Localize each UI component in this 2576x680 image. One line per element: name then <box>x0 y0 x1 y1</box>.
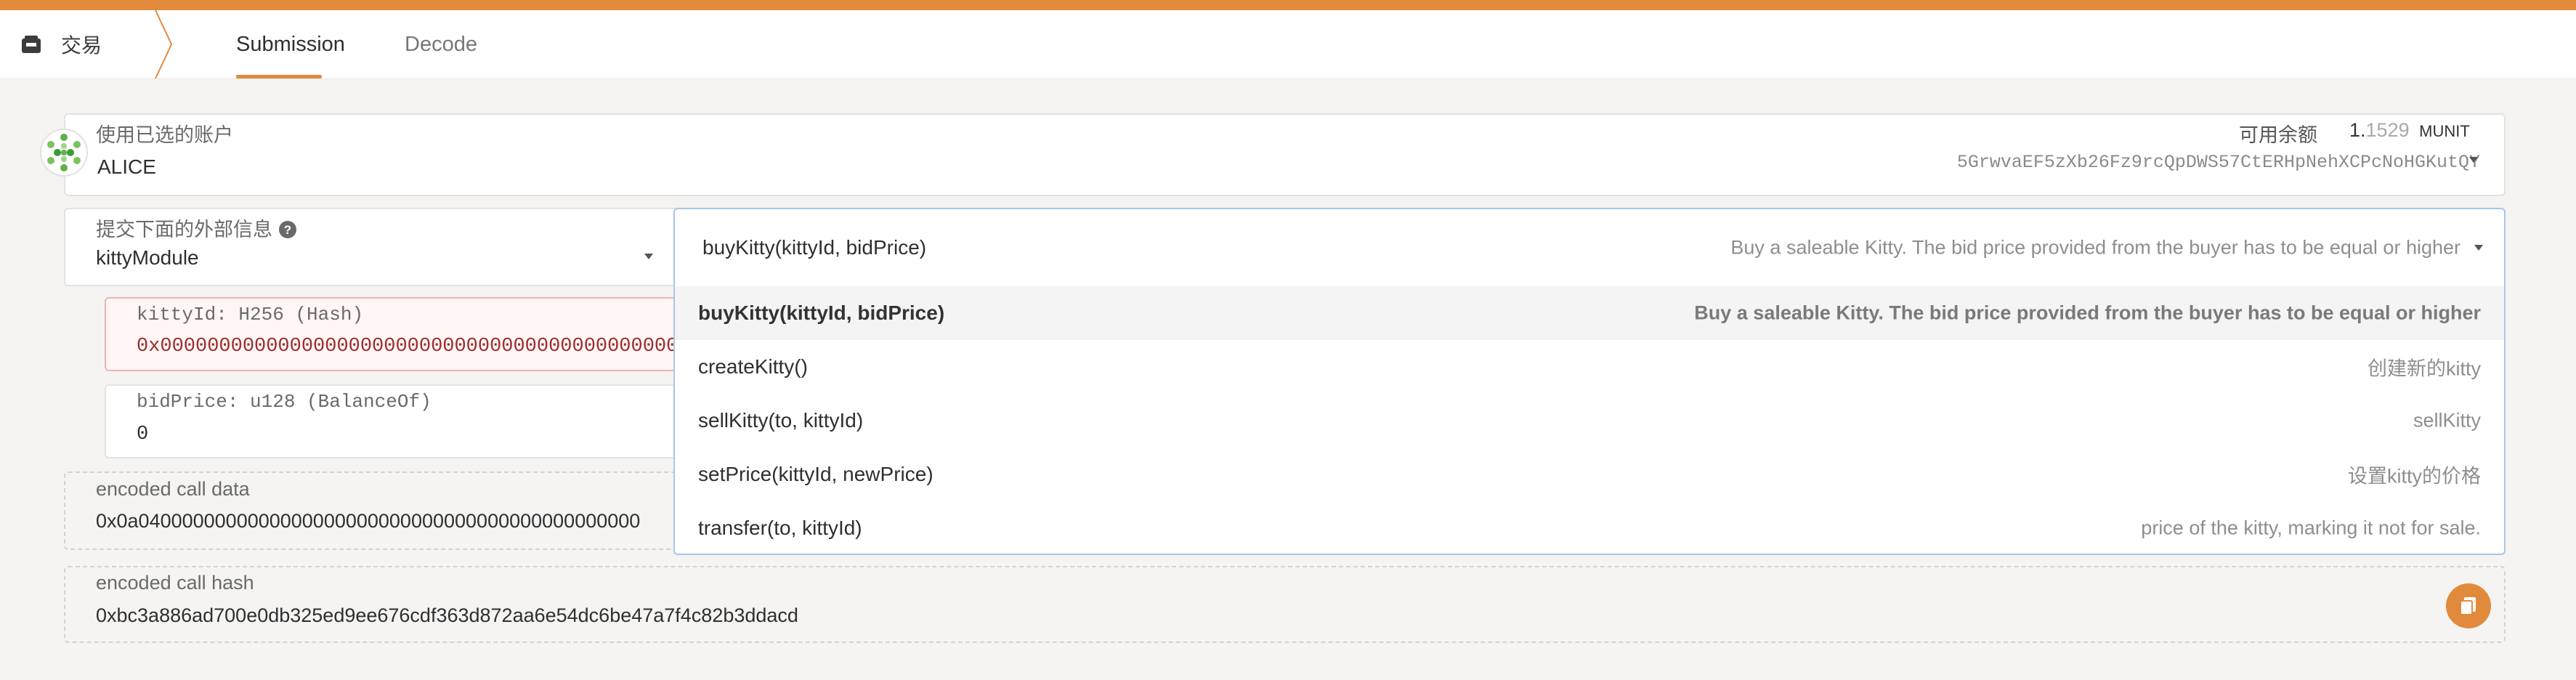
chevron-down-icon[interactable] <box>644 253 654 260</box>
balance-value: 1.1529 MUNIT <box>2349 119 2470 142</box>
method-selected-label: buyKitty(kittyId, bidPrice) <box>702 236 927 259</box>
method-selected[interactable]: buyKitty(kittyId, bidPrice) Buy a saleab… <box>675 209 2504 286</box>
chevron-down-icon[interactable] <box>2474 244 2484 251</box>
method-option-desc: 设置kitty的价格 <box>2347 465 2481 487</box>
copy-icon <box>2460 597 2476 615</box>
method-option-desc: sellKitty <box>2413 409 2481 432</box>
method-option-name: setPrice(kittyId, newPrice) <box>698 463 933 485</box>
inbox-icon <box>22 36 41 53</box>
account-name: ALICE <box>97 155 156 178</box>
app-brand[interactable]: 交易 <box>20 10 102 78</box>
method-option[interactable]: sellKitty(to, kittyId) sellKitty <box>675 394 2504 448</box>
extrinsic-label-text: 提交下面的外部信息 <box>96 219 272 240</box>
help-icon[interactable]: ? <box>278 220 297 239</box>
tab-decode[interactable]: Decode <box>405 10 477 78</box>
account-address: 5GrwvaEF5zXb26Fz9rcQpDWS57CtERHpNehXCPcN… <box>1956 152 2480 173</box>
method-option-name: buyKitty(kittyId, bidPrice) <box>698 301 945 324</box>
method-option[interactable]: buyKitty(kittyId, bidPrice) Buy a saleab… <box>675 286 2504 340</box>
balance-dec: 1529 <box>2365 119 2410 141</box>
param-bidprice-value[interactable]: 0 <box>137 424 148 445</box>
param-bidprice-label: bidPrice: u128 (BalanceOf) <box>137 391 432 413</box>
top-accent-bar <box>0 0 2576 10</box>
brand-label: 交易 <box>61 34 102 57</box>
copy-button[interactable] <box>2446 583 2491 628</box>
account-avatar <box>40 129 88 177</box>
method-option-desc: 创建新的kitty <box>2367 357 2481 380</box>
tab-active-indicator <box>236 75 322 78</box>
extrinsic-label: 提交下面的外部信息 ? <box>96 214 297 242</box>
param-kittyid-label: kittyId: H256 (Hash) <box>137 304 364 325</box>
method-option-name: createKitty() <box>698 355 808 378</box>
tabs-bar <box>0 10 2576 79</box>
param-kittyid-value[interactable]: 0x00000000000000000000000000000000000000… <box>137 336 678 357</box>
method-option-name: sellKitty(to, kittyId) <box>698 409 864 432</box>
svg-text:?: ? <box>283 223 291 237</box>
module-value: kittyModule <box>96 246 199 269</box>
method-option[interactable]: setPrice(kittyId, newPrice) 设置kitty的价格 <box>675 448 2504 501</box>
encoded-call-hash-value: 0xbc3a886ad700e0db325ed9ee676cdf363d872a… <box>96 604 798 626</box>
method-option-desc: Buy a saleable Kitty. The bid price prov… <box>1694 301 2481 324</box>
method-option-desc: price of the kitty, marking it not for s… <box>2141 517 2481 539</box>
chevron-down-icon[interactable] <box>2468 156 2479 163</box>
balance-unit: MUNIT <box>2419 122 2470 140</box>
balance-label: 可用余额 <box>2239 124 2317 146</box>
method-selected-desc: Buy a saleable Kitty. The bid price prov… <box>1730 236 2460 259</box>
method-option-name: transfer(to, kittyId) <box>698 517 862 539</box>
method-option[interactable]: createKitty() 创建新的kitty <box>675 340 2504 394</box>
encoded-call-data-value: 0x0a040000000000000000000000000000000000… <box>96 510 641 532</box>
balance-int: 1. <box>2349 119 2366 141</box>
account-label: 使用已选的账户 <box>96 124 233 146</box>
encoded-call-hash-label: encoded call hash <box>96 572 254 594</box>
breadcrumb-chevron-icon <box>155 10 173 78</box>
identicon-icon <box>47 134 81 171</box>
method-dropdown[interactable]: buyKitty(kittyId, bidPrice) Buy a saleab… <box>673 208 2506 555</box>
method-option[interactable]: transfer(to, kittyId) price of the kitty… <box>675 501 2504 554</box>
encoded-call-data-label: encoded call data <box>96 478 250 500</box>
tab-submission[interactable]: Submission <box>236 10 345 78</box>
